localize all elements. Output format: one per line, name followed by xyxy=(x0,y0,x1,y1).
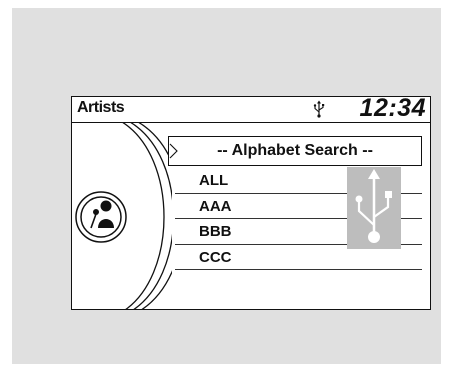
header-bar: Artists 12:34 xyxy=(72,97,430,123)
alphabet-search-label: -- Alphabet Search -- xyxy=(217,142,373,159)
artist-icon xyxy=(75,191,127,243)
usb-icon xyxy=(313,100,325,118)
figure-frame: Artists 12:34 -- Alphabet Search -- ALL … xyxy=(12,8,441,364)
alphabet-search-button[interactable]: -- Alphabet Search -- xyxy=(168,136,422,166)
audio-display: Artists 12:34 -- Alphabet Search -- ALL … xyxy=(71,96,431,310)
category-dial xyxy=(75,122,172,309)
page-title: Artists xyxy=(77,99,125,116)
clock-display: 12:34 xyxy=(359,96,426,122)
usb-large-icon xyxy=(347,167,401,249)
